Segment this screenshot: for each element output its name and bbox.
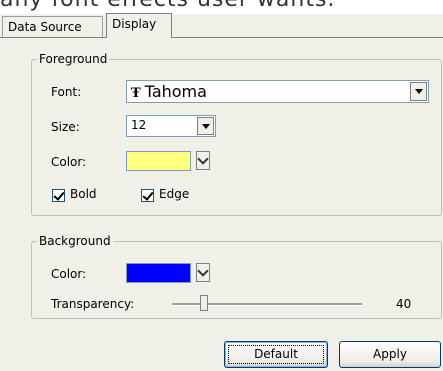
apply-button[interactable]: Apply <box>339 341 441 368</box>
partial-header-text: any font effects user wants. <box>0 0 335 12</box>
background-legend: Background <box>39 234 111 248</box>
background-color-swatch[interactable] <box>126 263 191 283</box>
chevron-down-icon[interactable] <box>410 82 427 101</box>
chevron-down-icon <box>197 152 209 165</box>
size-label: Size: <box>51 120 80 134</box>
truetype-font-icon: Ŧ <box>131 86 141 101</box>
chevron-down-icon <box>197 264 209 277</box>
checkmark-icon <box>53 189 65 201</box>
font-value: Tahoma <box>144 82 207 101</box>
tab-bar: Data Source Display <box>0 12 443 38</box>
background-group: Background Color: Transparency: 40 <box>31 234 442 319</box>
checkmark-icon <box>142 189 154 201</box>
foreground-color-picker-button[interactable] <box>196 151 210 170</box>
foreground-group: Foreground Font: Ŧ Tahoma Size: 12 Color:… <box>31 52 442 216</box>
font-label: Font: <box>51 85 82 99</box>
background-color-picker-button[interactable] <box>196 263 210 282</box>
tab-display-label: Display <box>112 17 157 31</box>
font-dropdown[interactable]: Ŧ Tahoma <box>126 80 429 103</box>
display-tab-panel: Foreground Font: Ŧ Tahoma Size: 12 Color:… <box>0 37 443 371</box>
transparency-slider-thumb[interactable] <box>200 295 208 311</box>
transparency-value: 40 <box>396 297 412 311</box>
color-label: Color: <box>51 155 87 169</box>
bold-label: Bold <box>70 187 97 201</box>
foreground-legend: Foreground <box>39 52 108 66</box>
edge-checkbox[interactable] <box>141 189 154 202</box>
apply-button-label: Apply <box>373 347 407 361</box>
background-color-label: Color: <box>51 267 87 281</box>
size-dropdown[interactable]: 12 <box>126 115 216 137</box>
tab-display[interactable]: Display <box>106 13 172 38</box>
chevron-down-icon[interactable] <box>197 117 214 135</box>
tab-data-source-label: Data Source <box>8 20 82 34</box>
default-button[interactable]: Default <box>224 341 328 368</box>
tab-data-source[interactable]: Data Source <box>2 16 103 37</box>
size-value: 12 <box>131 118 147 132</box>
transparency-label: Transparency: <box>51 297 135 311</box>
foreground-color-swatch[interactable] <box>126 151 191 171</box>
edge-label: Edge <box>159 187 190 201</box>
bold-checkbox[interactable] <box>52 189 65 202</box>
